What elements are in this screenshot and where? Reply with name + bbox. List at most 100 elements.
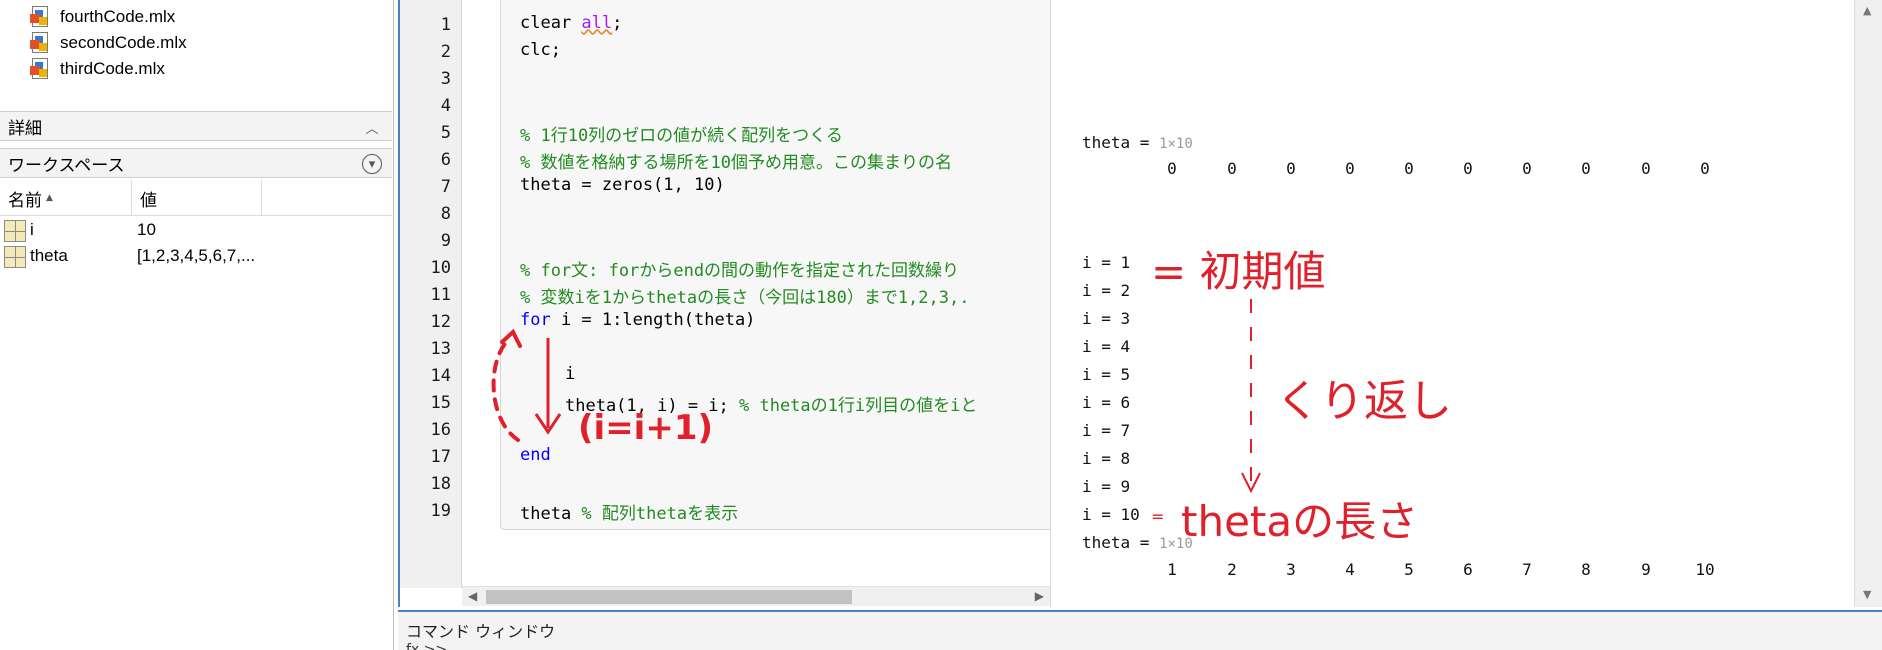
sort-ascending-icon: ▲ [46,193,53,203]
theta-zero-value: 0 [1227,159,1237,178]
workspace-variable-row[interactable]: theta [1,2,3,4,5,6,7,... [0,244,392,270]
chevron-up-icon[interactable]: ︿ [362,117,382,137]
line-number: 8 [440,204,451,224]
workspace-panel-header: ワークスペース ▾ [0,148,392,178]
theta-zero-value: 0 [1404,159,1414,178]
file-name: secondCode.mlx [60,33,187,52]
theta-output-header: theta = 1×10 [1082,533,1193,552]
scroll-up-icon[interactable]: ▲ [1863,4,1871,17]
theta-value: 4 [1345,560,1355,579]
output-pane: theta = 1×10 0 0 0 0 0 0 0 0 0 0 i = 1 i… [1050,0,1854,607]
line-number: 18 [430,474,451,494]
matrix-variable-icon [4,246,26,268]
scroll-right-icon[interactable]: ▶ [1035,589,1044,603]
scroll-left-icon[interactable]: ◀ [468,589,477,603]
loop-output-line: i = 7 [1082,421,1131,440]
code-line-2[interactable]: clc; [520,40,561,60]
file-item[interactable]: thirdCode.mlx [30,57,165,81]
loop-output-line: i = 5 [1082,365,1131,384]
repeat-arrow-annotation [1241,299,1261,494]
repeat-annotation: くり返し [1276,376,1452,427]
theta-zero-value: 0 [1641,159,1651,178]
details-title: 詳細 [8,118,42,139]
command-prompt[interactable]: fx >> [406,642,447,650]
theta-value: 1 [1167,560,1177,579]
variable-name: theta [30,246,68,265]
theta-zero-value: 0 [1700,159,1710,178]
command-window-title: コマンド ウィンドウ [406,622,556,641]
value-column-header[interactable]: 値 [132,180,262,216]
vertical-scrollbar[interactable]: ▲ ▼ [1854,0,1882,607]
loop-output-line: i = 3 [1082,309,1131,328]
variable-value: 10 [137,220,156,239]
theta-value: 10 [1695,560,1715,579]
code-line-6[interactable]: % 数値を格納する場所を10個予め用意。この集まりの名 [520,148,1052,173]
code-line-19[interactable]: theta % 配列thetaを表示 [520,499,738,524]
scrollbar-thumb[interactable] [486,590,852,604]
name-column-header[interactable]: 名前 ▲ [0,180,132,216]
left-pane: fourthCode.mlx secondCode.mlx thirdCode.… [0,0,394,650]
line-number: 1 [440,15,451,35]
theta-length-annotation: thetaの長さ [1181,497,1419,546]
mlx-file-icon [30,6,50,28]
loop-output-line: i = 2 [1082,281,1131,300]
code-line-10[interactable]: % for文: forからendの間の動作を指定された回数繰り [520,256,1052,281]
theta-zero-value: 0 [1463,159,1473,178]
scroll-down-icon[interactable]: ▼ [1863,588,1871,601]
theta-zero-value: 0 [1522,159,1532,178]
loop-output-line: i = 1 [1082,253,1131,272]
theta-zero-value: 0 [1286,159,1296,178]
file-item[interactable]: fourthCode.mlx [30,5,175,29]
loop-output-line: i = 4 [1082,337,1131,356]
theta-output-header: theta = 1×10 [1082,133,1193,152]
line-number: 9 [440,231,451,251]
theta-value: 8 [1581,560,1591,579]
workspace-title: ワークスペース [8,155,125,176]
equals-mark: = [1151,507,1165,526]
loop-output-line: i = 10 [1082,505,1140,524]
line-number: 6 [440,150,451,170]
theta-value: 6 [1463,560,1473,579]
workspace-variable-row[interactable]: i 10 [0,218,392,244]
mlx-file-icon [30,32,50,54]
increment-annotation: (i=i+1) [578,408,714,448]
horizontal-scrollbar[interactable]: ◀ ▶ [462,586,1050,606]
code-line-5[interactable]: % 1行10列のゼロの値が続く配列をつくる [520,121,1052,146]
line-number: 7 [440,177,451,197]
initial-value-annotation: = 初期値 [1151,247,1326,296]
line-number: 4 [440,96,451,116]
code-line-7[interactable]: theta = zeros(1, 10) [520,175,725,195]
details-panel-header[interactable]: 詳細 ︿ [0,111,392,141]
line-number: 5 [440,123,451,143]
theta-value: 3 [1286,560,1296,579]
theta-zero-value: 0 [1345,159,1355,178]
line-number: 3 [440,69,451,89]
file-name: fourthCode.mlx [60,7,176,26]
line-number: 13 [430,339,451,359]
loop-output-line: i = 8 [1082,449,1131,468]
workspace-actions-menu-icon[interactable]: ▾ [362,154,382,174]
line-number: 10 [430,258,451,278]
line-number: 15 [430,393,451,413]
variable-value: [1,2,3,4,5,6,7,... [137,246,256,265]
line-number: 19 [430,501,451,521]
theta-zero-value: 0 [1581,159,1591,178]
line-number-gutter: 1 2 3 4 5 6 7 8 9 10 11 12 13 14 15 16 1… [400,0,462,588]
theta-value: 9 [1641,560,1651,579]
loop-output-line: i = 9 [1082,477,1131,496]
loop-output-line: i = 6 [1082,393,1131,412]
file-item[interactable]: secondCode.mlx [30,31,187,55]
line-number: 14 [430,366,451,386]
command-window[interactable]: コマンド ウィンドウ fx >> [398,610,1882,650]
variable-name: i [30,220,34,239]
line-number: 11 [430,285,451,305]
line-number: 17 [430,447,451,467]
code-line-11[interactable]: % 変数iを1からthetaの長さ（今回は180）まで1,2,3,. [520,283,1052,308]
theta-zero-value: 0 [1167,159,1177,178]
file-name: thirdCode.mlx [60,59,165,78]
matrix-variable-icon [4,220,26,242]
line-number: 2 [440,42,451,62]
code-line-1[interactable]: clear all; [520,13,622,33]
live-editor[interactable]: 1 2 3 4 5 6 7 8 9 10 11 12 13 14 15 16 1… [398,0,1052,607]
theta-value: 5 [1404,560,1414,579]
